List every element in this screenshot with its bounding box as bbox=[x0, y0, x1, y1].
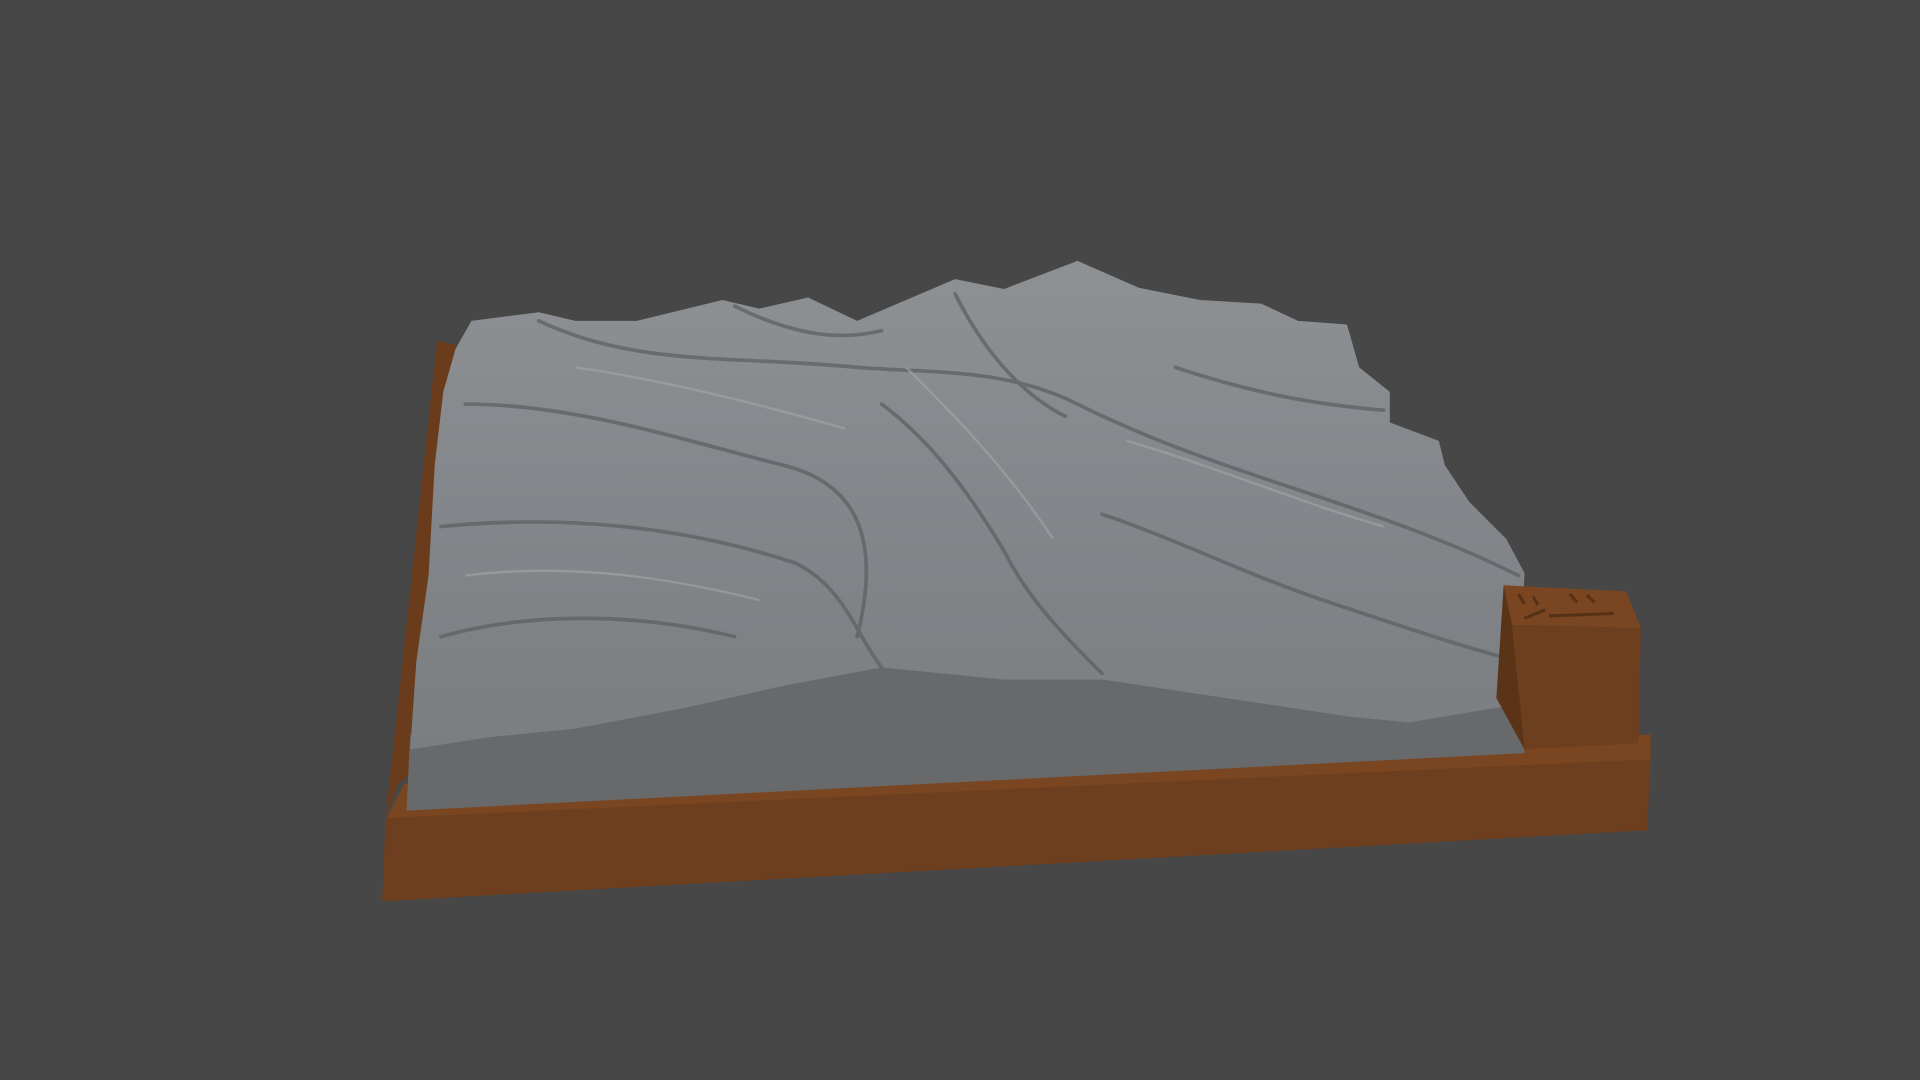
3d-viewport[interactable] bbox=[0, 0, 1920, 1080]
label-block-front bbox=[1512, 624, 1641, 750]
terrain-render bbox=[382, 260, 1651, 902]
label-block-top bbox=[1503, 585, 1641, 629]
